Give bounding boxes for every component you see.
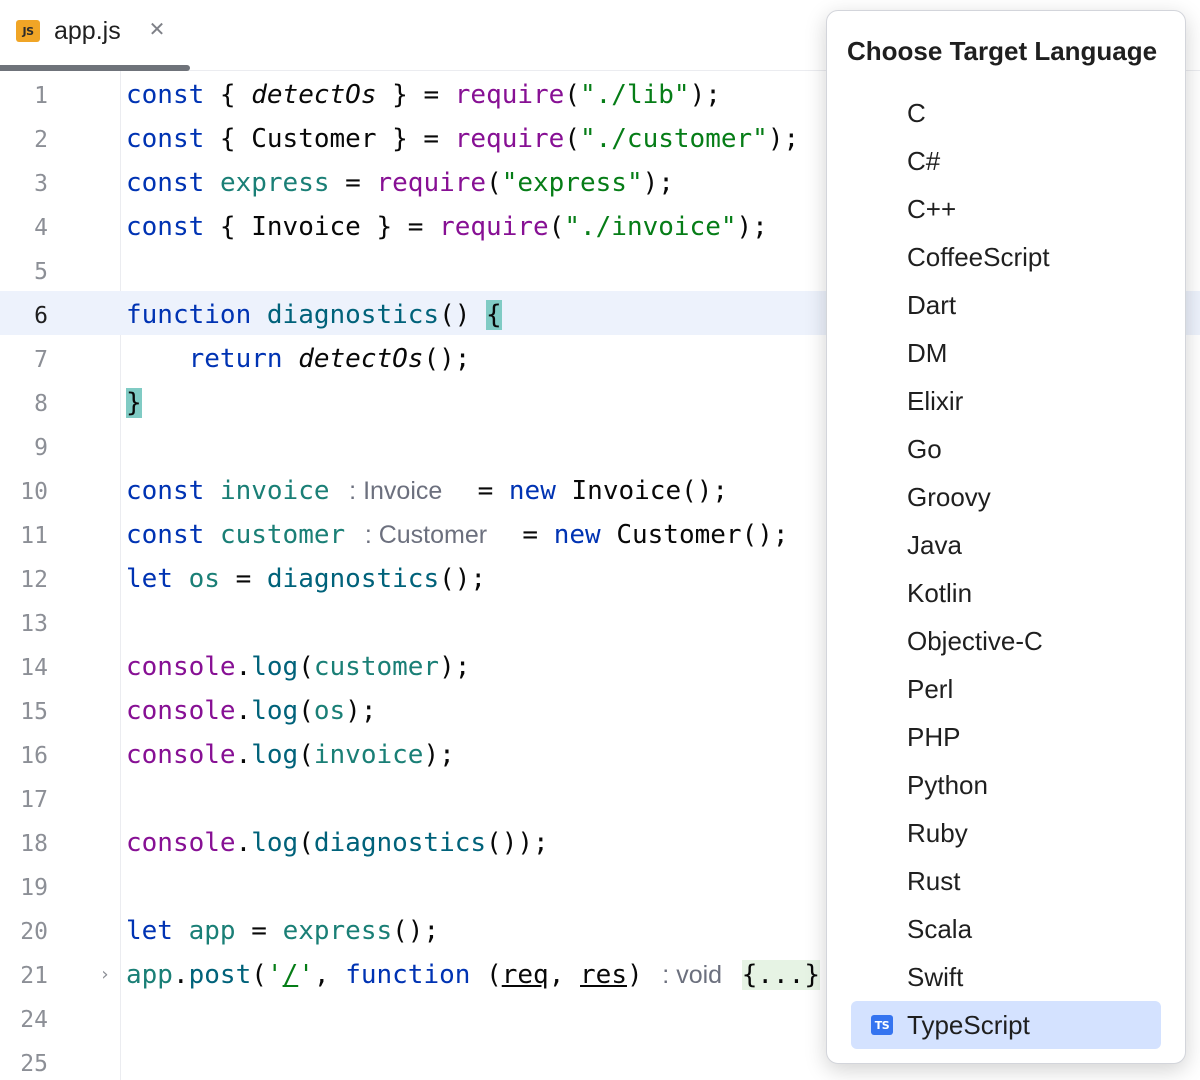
language-item[interactable]: Dart [851,281,1161,329]
language-label: PHP [907,722,961,752]
type-hint: : Customer [364,521,488,549]
code-text[interactable]: app.post('/', function (req, res) : void… [126,951,820,995]
line-number: 14 [20,655,48,681]
language-item[interactable]: Swift [851,953,1161,1001]
javascript-file-icon: JS [16,20,40,42]
line-number: 6 [34,303,48,329]
fold-chevron-icon[interactable]: › [96,960,114,986]
line-number: 10 [20,479,48,505]
language-label: TypeScript [907,1010,1030,1040]
language-item[interactable]: Kotlin [851,569,1161,617]
code-text[interactable]: const { Invoice } = require("./invoice")… [126,203,768,247]
language-label: Python [907,770,988,800]
line-number: 19 [20,875,48,901]
tab-title: app.js [54,17,121,45]
language-label: C [907,98,926,128]
code-text[interactable]: console.log(customer); [126,643,470,687]
code-text[interactable]: const { detectOs } = require("./lib"); [126,71,721,115]
line-number: 17 [20,787,48,813]
language-label: Java [907,530,962,560]
code-text[interactable]: function diagnostics() { [126,291,502,335]
language-label: Rust [907,866,961,896]
code-text[interactable]: } [126,379,142,423]
language-label: Elixir [907,386,964,416]
language-label: Dart [907,290,957,320]
language-item[interactable]: Scala [851,905,1161,953]
language-item[interactable]: PHP [851,713,1161,761]
line-number: 5 [34,259,48,285]
folded-region[interactable]: {...} [741,960,820,990]
code-text[interactable]: console.log(os); [126,687,376,731]
type-hint: : void [662,961,723,989]
language-item[interactable]: CoffeeScript [851,233,1161,281]
language-item-selected[interactable]: TS TypeScript [851,1001,1161,1049]
code-text[interactable]: const express = require("express"); [126,159,674,203]
language-item[interactable]: C# [851,137,1161,185]
line-number: 12 [20,567,48,593]
code-text[interactable]: return detectOs(); [126,335,471,379]
line-number: 21 [20,963,48,989]
tab-app-js[interactable]: JS app.js ✕ [0,0,190,71]
line-number: 1 [34,83,48,109]
language-item[interactable]: C++ [851,185,1161,233]
language-label: Ruby [907,818,968,848]
language-item[interactable]: Java [851,521,1161,569]
code-text[interactable]: const customer : Customer = new Customer… [126,511,789,555]
line-number: 18 [20,831,48,857]
language-item[interactable]: Rust [851,857,1161,905]
language-label: Kotlin [907,578,973,608]
language-item[interactable]: DM [851,329,1161,377]
line-number: 25 [20,1051,48,1077]
line-number: 3 [34,171,48,197]
line-number: 11 [20,523,48,549]
typescript-file-icon: TS [871,1015,893,1035]
code-text[interactable]: let os = diagnostics(); [126,555,486,599]
language-item[interactable]: Ruby [851,809,1161,857]
line-number: 15 [20,699,48,725]
language-label: Groovy [907,482,991,512]
code-text[interactable]: console.log(diagnostics()); [126,819,549,863]
line-number: 7 [34,347,48,373]
language-label: DM [907,338,948,368]
language-label: Go [907,434,942,464]
language-label: CoffeeScript [907,242,1050,272]
language-item[interactable]: Python [851,761,1161,809]
language-label: C++ [907,194,957,224]
language-item[interactable]: Objective-C [851,617,1161,665]
code-text[interactable]: const { Customer } = require("./customer… [126,115,799,159]
language-label: Objective-C [907,626,1043,656]
language-item[interactable]: Perl [851,665,1161,713]
line-number: 8 [34,391,48,417]
popup-title: Choose Target Language [847,36,1158,66]
choose-target-language-popup: Choose Target Language C C# C++ CoffeeSc… [826,10,1186,1064]
line-number: 16 [20,743,48,769]
language-label: Scala [907,914,973,944]
code-text[interactable]: const invoice : Invoice = new Invoice(); [126,467,728,511]
line-number: 4 [34,215,48,241]
close-icon[interactable]: ✕ [146,18,168,40]
language-item[interactable]: Elixir [851,377,1161,425]
language-item[interactable]: Groovy [851,473,1161,521]
line-number: 13 [20,611,48,637]
code-text[interactable]: let app = express(); [126,907,439,951]
line-number: 20 [20,919,48,945]
language-label: Perl [907,674,954,704]
code-text[interactable]: console.log(invoice); [126,731,455,775]
language-label: C# [907,146,941,176]
line-number: 2 [34,127,48,153]
line-number: 9 [34,435,48,461]
type-hint: : Invoice [349,477,443,505]
language-label: Swift [907,962,964,992]
language-item[interactable]: C [851,89,1161,137]
line-number: 24 [20,1007,48,1033]
language-item[interactable]: Go [851,425,1161,473]
